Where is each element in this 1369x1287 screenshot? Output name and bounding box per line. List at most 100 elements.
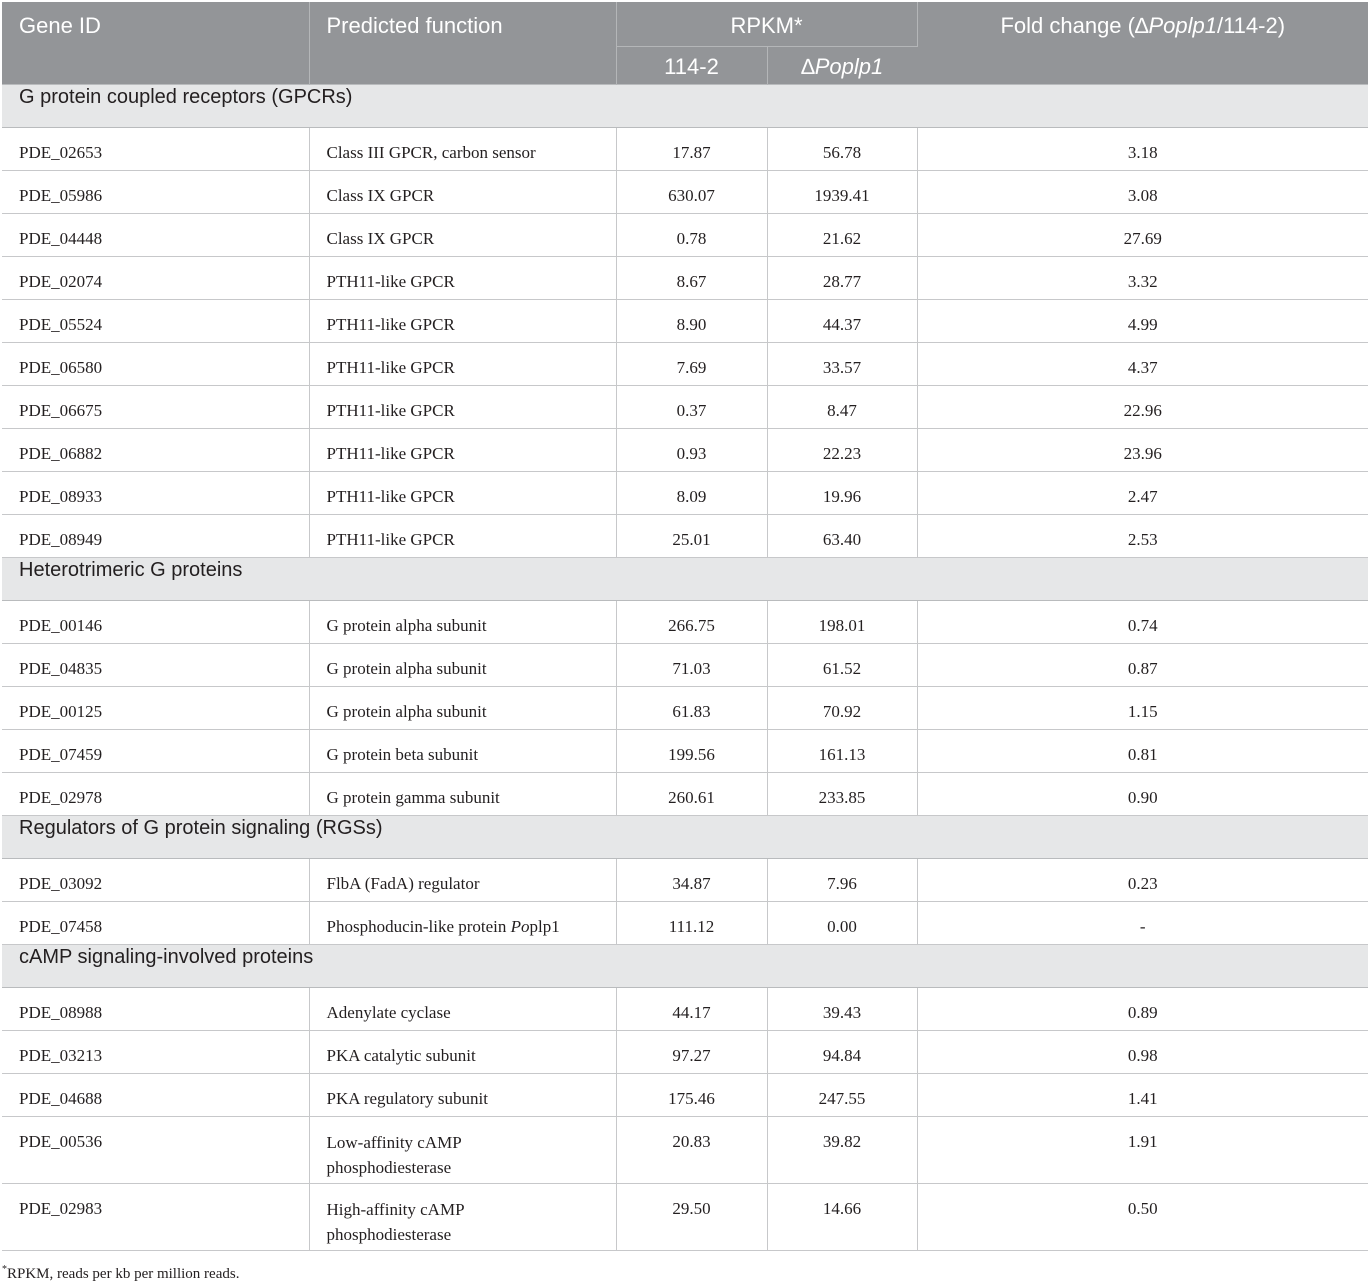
function-cell: PTH11-like GPCR	[308, 514, 617, 558]
table-row: PDE_04448 Class IX GPCR 0.78 21.62 27.69	[2, 213, 1368, 257]
function-cell: PKA catalytic subunit	[308, 1030, 617, 1074]
gene-id-cell: PDE_02653	[2, 127, 310, 171]
rpkm-114-2-cell: 8.09	[615, 471, 768, 515]
header-gene-id: Gene ID	[2, 2, 310, 85]
fold-change-cell: 23.96	[916, 428, 1368, 472]
function-cell: Class IX GPCR	[308, 170, 617, 214]
function-cell: Adenylate cyclase	[308, 987, 617, 1031]
gene-id-cell: PDE_07458	[2, 901, 310, 945]
table-row: PDE_07458 Phosphoducin-like protein Poplp…	[2, 901, 1368, 945]
fold-change-cell: 1.15	[916, 686, 1368, 730]
rpkm-delta-cell: 247.55	[766, 1073, 918, 1117]
rpkm-delta-cell: 28.77	[766, 256, 918, 300]
table-row: PDE_04688 PKA regulatory subunit 175.46 247…	[2, 1073, 1368, 1117]
gene-id-cell: PDE_03213	[2, 1030, 310, 1074]
table-row: PDE_07459 G protein beta subunit 199.56 161…	[2, 729, 1368, 773]
function-cell: High-affinity cAMP phosphodiesterase	[308, 1183, 617, 1251]
function-cell: G protein alpha subunit	[308, 600, 617, 644]
fold-change-cell: 2.53	[916, 514, 1368, 558]
table-row: PDE_08988 Adenylate cyclase 44.17 39.43 0.89	[2, 987, 1368, 1031]
function-cell: PTH11-like GPCR	[308, 299, 617, 343]
gene-id-cell: PDE_03092	[2, 858, 310, 902]
rpkm-114-2-cell: 0.37	[615, 385, 768, 429]
fold-change-cell: 0.90	[916, 772, 1368, 816]
table-row: PDE_03092 FlbA (FadA) regulator 34.87 7.96 0…	[2, 858, 1368, 902]
gene-id-cell: PDE_05986	[2, 170, 310, 214]
rpkm-delta-cell: 39.82	[766, 1116, 918, 1184]
rpkm-114-2-cell: 111.12	[615, 901, 768, 945]
rpkm-114-2-cell: 199.56	[615, 729, 768, 773]
function-cell: PKA regulatory subunit	[308, 1073, 617, 1117]
gene-id-cell: PDE_02978	[2, 772, 310, 816]
section-title: Heterotrimeric G proteins	[2, 557, 1368, 601]
function-cell: Class IX GPCR	[308, 213, 617, 257]
fold-change-cell: 0.50	[916, 1183, 1368, 1251]
fold-change-cell: 0.74	[916, 600, 1368, 644]
table-row: PDE_02653 Class III GPCR, carbon sensor 17…	[2, 127, 1368, 171]
rpkm-delta-cell: 39.43	[766, 987, 918, 1031]
gene-id-cell: PDE_08988	[2, 987, 310, 1031]
rpkm-delta-cell: 19.96	[766, 471, 918, 515]
fold-change-cell: 0.87	[916, 643, 1368, 687]
rpkm-delta-cell: 0.00	[766, 901, 918, 945]
rpkm-114-2-cell: 266.75	[615, 600, 768, 644]
function-cell: Phosphoducin-like protein Poplp1	[308, 901, 617, 945]
table-row: PDE_00536 Low-affinity cAMP phosphodiester…	[2, 1116, 1368, 1184]
fold-change-cell: 0.98	[916, 1030, 1368, 1074]
table-row: PDE_00125 G protein alpha subunit 61.83 70.…	[2, 686, 1368, 730]
rpkm-delta-cell: 22.23	[766, 428, 918, 472]
function-cell: Low-affinity cAMP phosphodiesterase	[308, 1116, 617, 1184]
gene-id-cell: PDE_00536	[2, 1116, 310, 1184]
fold-change-cell: 3.08	[916, 170, 1368, 214]
rpkm-delta-cell: 7.96	[766, 858, 918, 902]
gene-id-cell: PDE_05524	[2, 299, 310, 343]
table-row: PDE_06882 PTH11-like GPCR 0.93 22.23 23.96	[2, 428, 1368, 472]
function-cell: PTH11-like GPCR	[308, 256, 617, 300]
footnote: *RPKM, reads per kb per million reads.	[2, 1264, 240, 1282]
rpkm-114-2-cell: 29.50	[615, 1183, 768, 1251]
gene-id-cell: PDE_08949	[2, 514, 310, 558]
table-row: PDE_04835 G protein alpha subunit 71.03 61.…	[2, 643, 1368, 687]
rpkm-114-2-cell: 260.61	[615, 772, 768, 816]
header-predicted-function: Predicted function	[309, 2, 617, 85]
gene-id-cell: PDE_06882	[2, 428, 310, 472]
fold-change-cell: 4.37	[916, 342, 1368, 386]
fold-change-cell: 3.32	[916, 256, 1368, 300]
function-cell: Class III GPCR, carbon sensor	[308, 127, 617, 171]
rpkm-delta-cell: 161.13	[766, 729, 918, 773]
rpkm-delta-cell: 61.52	[766, 643, 918, 687]
gene-id-cell: PDE_02074	[2, 256, 310, 300]
gene-id-cell: PDE_06675	[2, 385, 310, 429]
fold-change-cell: 1.91	[916, 1116, 1368, 1184]
header-delta-poplp1: ∆Poplp1	[767, 46, 917, 85]
fold-change-cell: 3.18	[916, 127, 1368, 171]
section-title: G protein coupled receptors (GPCRs)	[2, 84, 1368, 128]
fold-change-cell: 4.99	[916, 299, 1368, 343]
table-row: PDE_02978 G protein gamma subunit 260.61 23…	[2, 772, 1368, 816]
table-row: PDE_00146 G protein alpha subunit 266.75 19…	[2, 600, 1368, 644]
gene-id-cell: PDE_04448	[2, 213, 310, 257]
rpkm-114-2-cell: 61.83	[615, 686, 768, 730]
gene-id-cell: PDE_08933	[2, 471, 310, 515]
rpkm-114-2-cell: 7.69	[615, 342, 768, 386]
function-cell: G protein alpha subunit	[308, 686, 617, 730]
rpkm-114-2-cell: 0.78	[615, 213, 768, 257]
gene-id-cell: PDE_00125	[2, 686, 310, 730]
header-fold-change: Fold change (∆Poplp1/114-2)	[917, 2, 1368, 85]
function-cell: G protein gamma subunit	[308, 772, 617, 816]
function-cell: PTH11-like GPCR	[308, 428, 617, 472]
rpkm-delta-cell: 56.78	[766, 127, 918, 171]
rpkm-delta-cell: 70.92	[766, 686, 918, 730]
rpkm-114-2-cell: 175.46	[615, 1073, 768, 1117]
rpkm-114-2-cell: 25.01	[615, 514, 768, 558]
rpkm-delta-cell: 198.01	[766, 600, 918, 644]
rpkm-114-2-cell: 34.87	[615, 858, 768, 902]
rpkm-114-2-cell: 97.27	[615, 1030, 768, 1074]
function-cell: PTH11-like GPCR	[308, 342, 617, 386]
rpkm-114-2-cell: 8.90	[615, 299, 768, 343]
rpkm-delta-cell: 33.57	[766, 342, 918, 386]
function-cell: PTH11-like GPCR	[308, 385, 617, 429]
gene-id-cell: PDE_04688	[2, 1073, 310, 1117]
table-row: PDE_05986 Class IX GPCR 630.07 1939.41 3.08	[2, 170, 1368, 214]
table-row: PDE_03213 PKA catalytic subunit 97.27 94.84…	[2, 1030, 1368, 1074]
